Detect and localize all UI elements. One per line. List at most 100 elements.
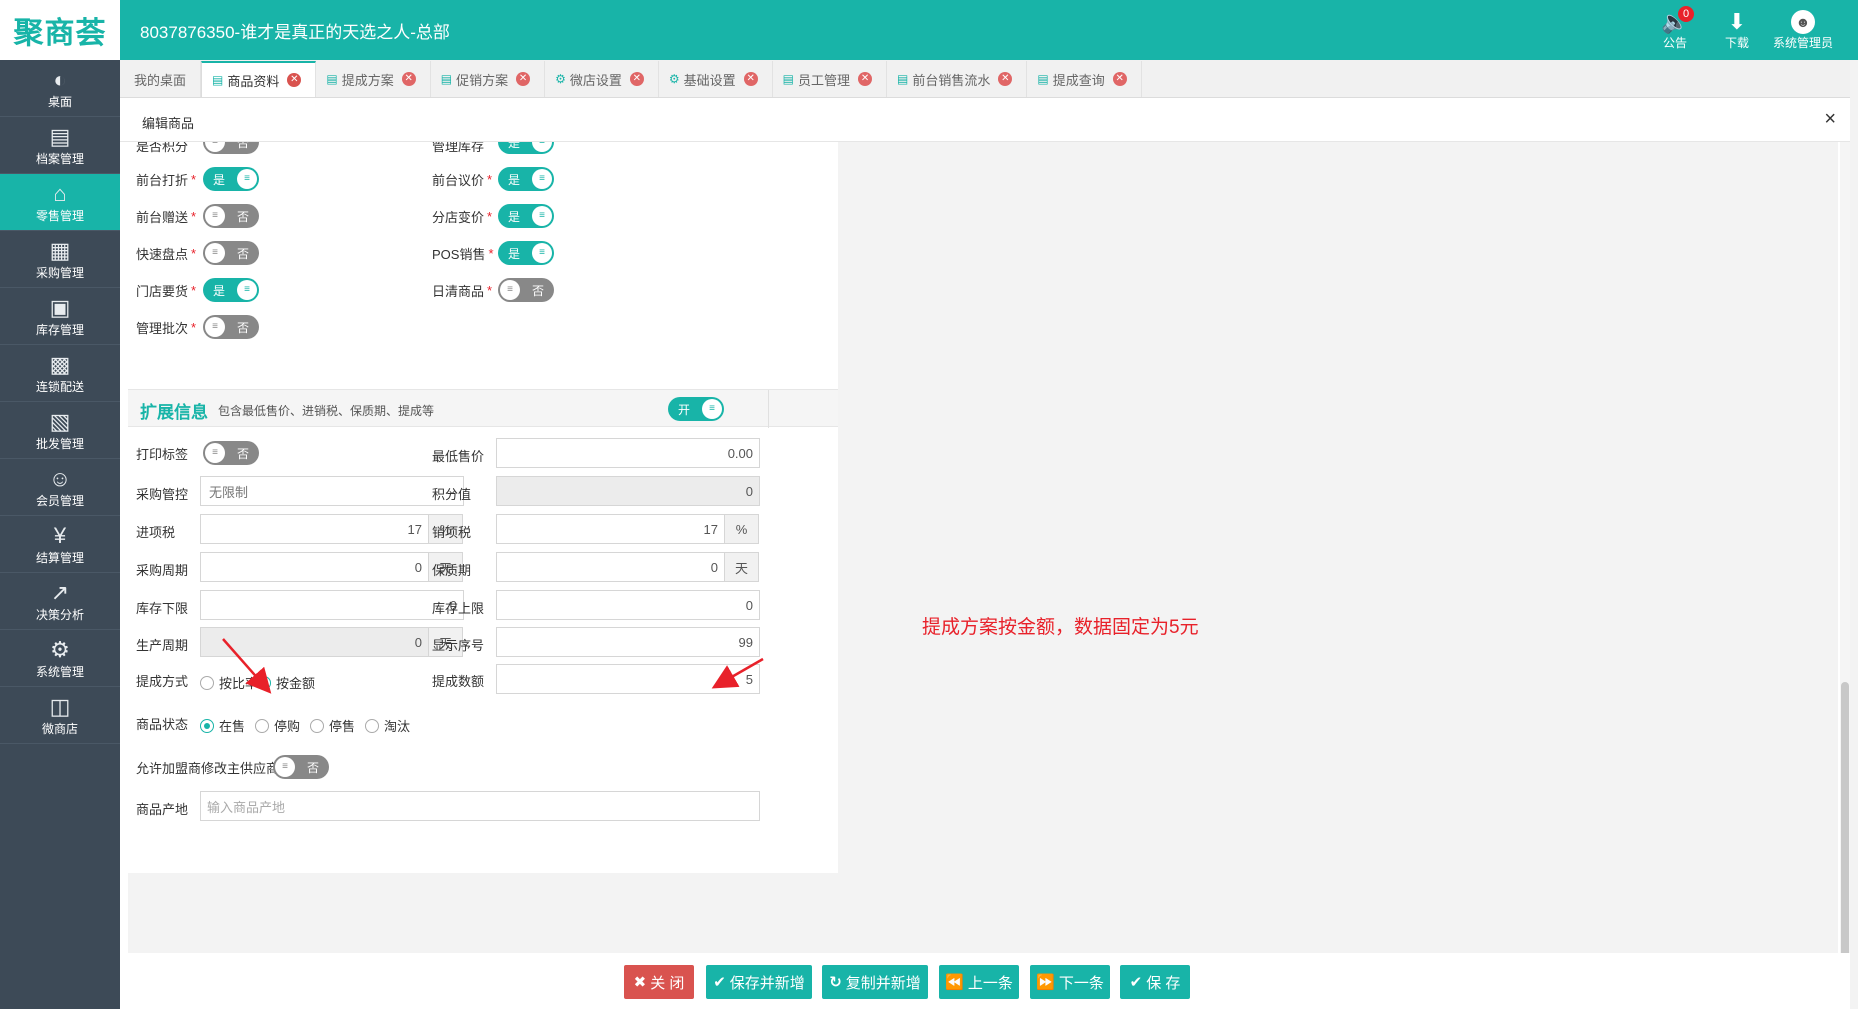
sidebar-item-label: 连锁配送 [35,379,84,394]
prev-button[interactable]: ⏪ 上一条 [939,965,1019,999]
tab-close-icon[interactable]: ✕ [998,72,1013,86]
tab-close-icon[interactable]: ✕ [287,73,302,87]
member-icon: ☺ [48,465,72,491]
doc-icon: ▤ [326,72,338,86]
sidebar-item-label: 会员管理 [35,493,84,508]
tab-front-sales-flow[interactable]: ▤ 前台销售流水 ✕ [887,61,1028,97]
annotation-text: 提成方案按金额，数据固定为5元 [922,617,1199,638]
dialog-footer: ✖ 关 闭 ✔ 保存并新增 ↻ 复制并新增 ⏪ 上一条 ⏩ 下一条 ✔ 保 存 [120,953,1850,1009]
sidebar-item-label: 微商店 [41,721,78,736]
tab-product-info[interactable]: ▤ 商品资料 ✕ [201,61,317,97]
tab-label: 我的桌面 [134,72,187,88]
sidebar-item-retail[interactable]: ⌂ 零售管理 [0,174,120,231]
save-and-new-button[interactable]: ✔ 保存并新增 [706,965,812,999]
avatar-icon: ☻ [1791,9,1815,34]
tab-microshop-settings[interactable]: ⚙ 微店设置 ✕ [545,61,659,97]
check-icon: ✔ [1129,974,1143,991]
tab-close-icon[interactable]: ✕ [516,72,531,86]
doc-icon: ▤ [1037,72,1049,86]
user-label: 系统管理员 [1772,35,1833,50]
button-label: 上一条 [967,974,1013,992]
tab-close-icon[interactable]: ✕ [858,72,873,86]
sidebar-item-member[interactable]: ☺ 会员管理 [0,459,120,516]
refresh-icon: ↻ [829,974,842,991]
button-label: 保存并新增 [729,974,805,992]
tab-commission-plan[interactable]: ▤ 提成方案 ✕ [316,61,431,97]
sidebar-item-distribution[interactable]: ▩ 连锁配送 [0,345,120,402]
sidebar-item-label: 批发管理 [35,436,84,451]
arrow-to-amount-radio [222,638,272,694]
tab-close-icon[interactable]: ✕ [743,72,758,86]
sidebar-item-desktop[interactable]: ◐ 桌面 [0,60,120,117]
sidebar-item-archive[interactable]: ▤ 档案管理 [0,117,120,174]
sidebar-item-system[interactable]: ⚙ 系统管理 [0,630,120,687]
notice-label: 公告 [1662,35,1687,50]
inventory-icon: ▣ [49,294,71,320]
forward-icon: ⏩ [1036,974,1055,991]
sidebar-item-analysis[interactable]: ↗ 决策分析 [0,573,120,630]
tab-close-icon[interactable]: ✕ [401,72,416,86]
tab-label: 提成查询 [1052,72,1105,88]
sidebar-item-microshop[interactable]: ◫ 微商店 [0,687,120,744]
sidebar-item-settlement[interactable]: ¥ 结算管理 [0,516,120,573]
dialog-header: 编辑商品 × [120,98,1850,142]
logo-text: 聚商荟 [13,16,107,51]
doc-icon: ▤ [440,72,453,86]
tab-close-icon[interactable]: ✕ [629,72,644,86]
button-label: 复制并新增 [845,974,921,992]
sidebar: ◐ 桌面 ▤ 档案管理 ⌂ 零售管理 ▦ 采购管理 ▣ 库存管理 ▩ 连锁配送 ▧ 批发管理 … [0,60,120,1009]
tab-promotion-plan[interactable]: ▤ 促销方案 ✕ [431,61,546,97]
download-button[interactable]: ⬇ 下载 [1706,0,1768,60]
tab-label: 员工管理 [798,72,851,88]
archive-icon: ▤ [49,123,71,149]
button-label: 保 存 [1146,974,1181,992]
save-button[interactable]: ✔ 保 存 [1120,965,1190,999]
close-button[interactable]: ✖ 关 闭 [624,965,694,999]
top-header: 聚商荟 8037876350-谁才是真正的天选之人-总部 🔈 公告 0 ⬇ 下载… [0,0,1858,60]
tab-staff-mgmt[interactable]: ▤ 员工管理 ✕ [773,61,888,97]
check-icon: ✔ [713,974,726,991]
tab-my-desktop[interactable]: 我的桌面 [124,61,202,97]
button-label: 关 闭 [650,974,685,992]
tab-basic-settings[interactable]: ⚙ 基础设置 ✕ [659,61,773,97]
sidebar-item-inventory[interactable]: ▣ 库存管理 [0,288,120,345]
sidebar-item-label: 档案管理 [35,151,84,166]
sidebar-item-purchase[interactable]: ▦ 采购管理 [0,231,120,288]
sidebar-item-wholesale[interactable]: ▧ 批发管理 [0,402,120,459]
tab-label: 微店设置 [569,72,622,88]
tab-label: 提成方案 [341,72,394,88]
backward-icon: ⏪ [945,974,964,991]
notice-button[interactable]: 🔈 公告 0 [1644,0,1706,60]
annotation-arrows [222,638,764,694]
download-label: 下载 [1724,35,1749,50]
dialog-close-icon[interactable]: × [1824,108,1836,131]
sidebar-item-label: 库存管理 [35,322,84,337]
dialog-body: 是否积分 ≡否 管理库存 是≡ 前台打折* 是≡ 前台议价* 是≡ 前台赠送* … [128,142,1838,953]
wholesale-icon: ▧ [49,408,71,434]
sidebar-item-label: 采购管理 [35,265,84,280]
sidebar-item-label: 系统管理 [35,664,84,679]
app-logo[interactable]: 聚商荟 [0,0,120,60]
button-label: 下一条 [1058,974,1104,992]
arrow-to-commission-value [711,657,764,689]
gear-icon: ⚙ [555,72,566,86]
doc-icon: ▤ [897,72,909,86]
app-title: 8037876350-谁才是真正的天选之人-总部 [140,23,450,42]
close-icon: ✖ [633,974,647,991]
settlement-icon: ¥ [53,522,67,548]
footer-bar: ✖ 关 闭 ✔ 保存并新增 ↻ 复制并新增 ⏪ 上一条 ⏩ 下一条 ✔ 保 存 [128,953,1773,1009]
gear-icon: ⚙ [50,636,70,662]
copy-and-new-button[interactable]: ↻ 复制并新增 [822,965,928,999]
shop-bag-icon: ◫ [49,693,71,719]
user-menu[interactable]: ☻ 系统管理员 [1768,0,1838,60]
tab-commission-query[interactable]: ▤ 提成查询 ✕ [1027,61,1142,97]
tab-close-icon[interactable]: ✕ [1112,72,1127,86]
download-icon: ⬇ [1727,8,1747,34]
next-button[interactable]: ⏩ 下一条 [1030,965,1110,999]
gear-icon: ⚙ [668,72,680,86]
dialog-scrollbar[interactable] [1840,142,1850,1009]
header-tools: 🔈 公告 0 ⬇ 下载 ☻ 系统管理员 [1644,0,1838,60]
chart-icon: ↗ [50,579,70,605]
tab-label: 前台销售流水 [912,72,991,88]
tab-label: 商品资料 [227,73,280,89]
